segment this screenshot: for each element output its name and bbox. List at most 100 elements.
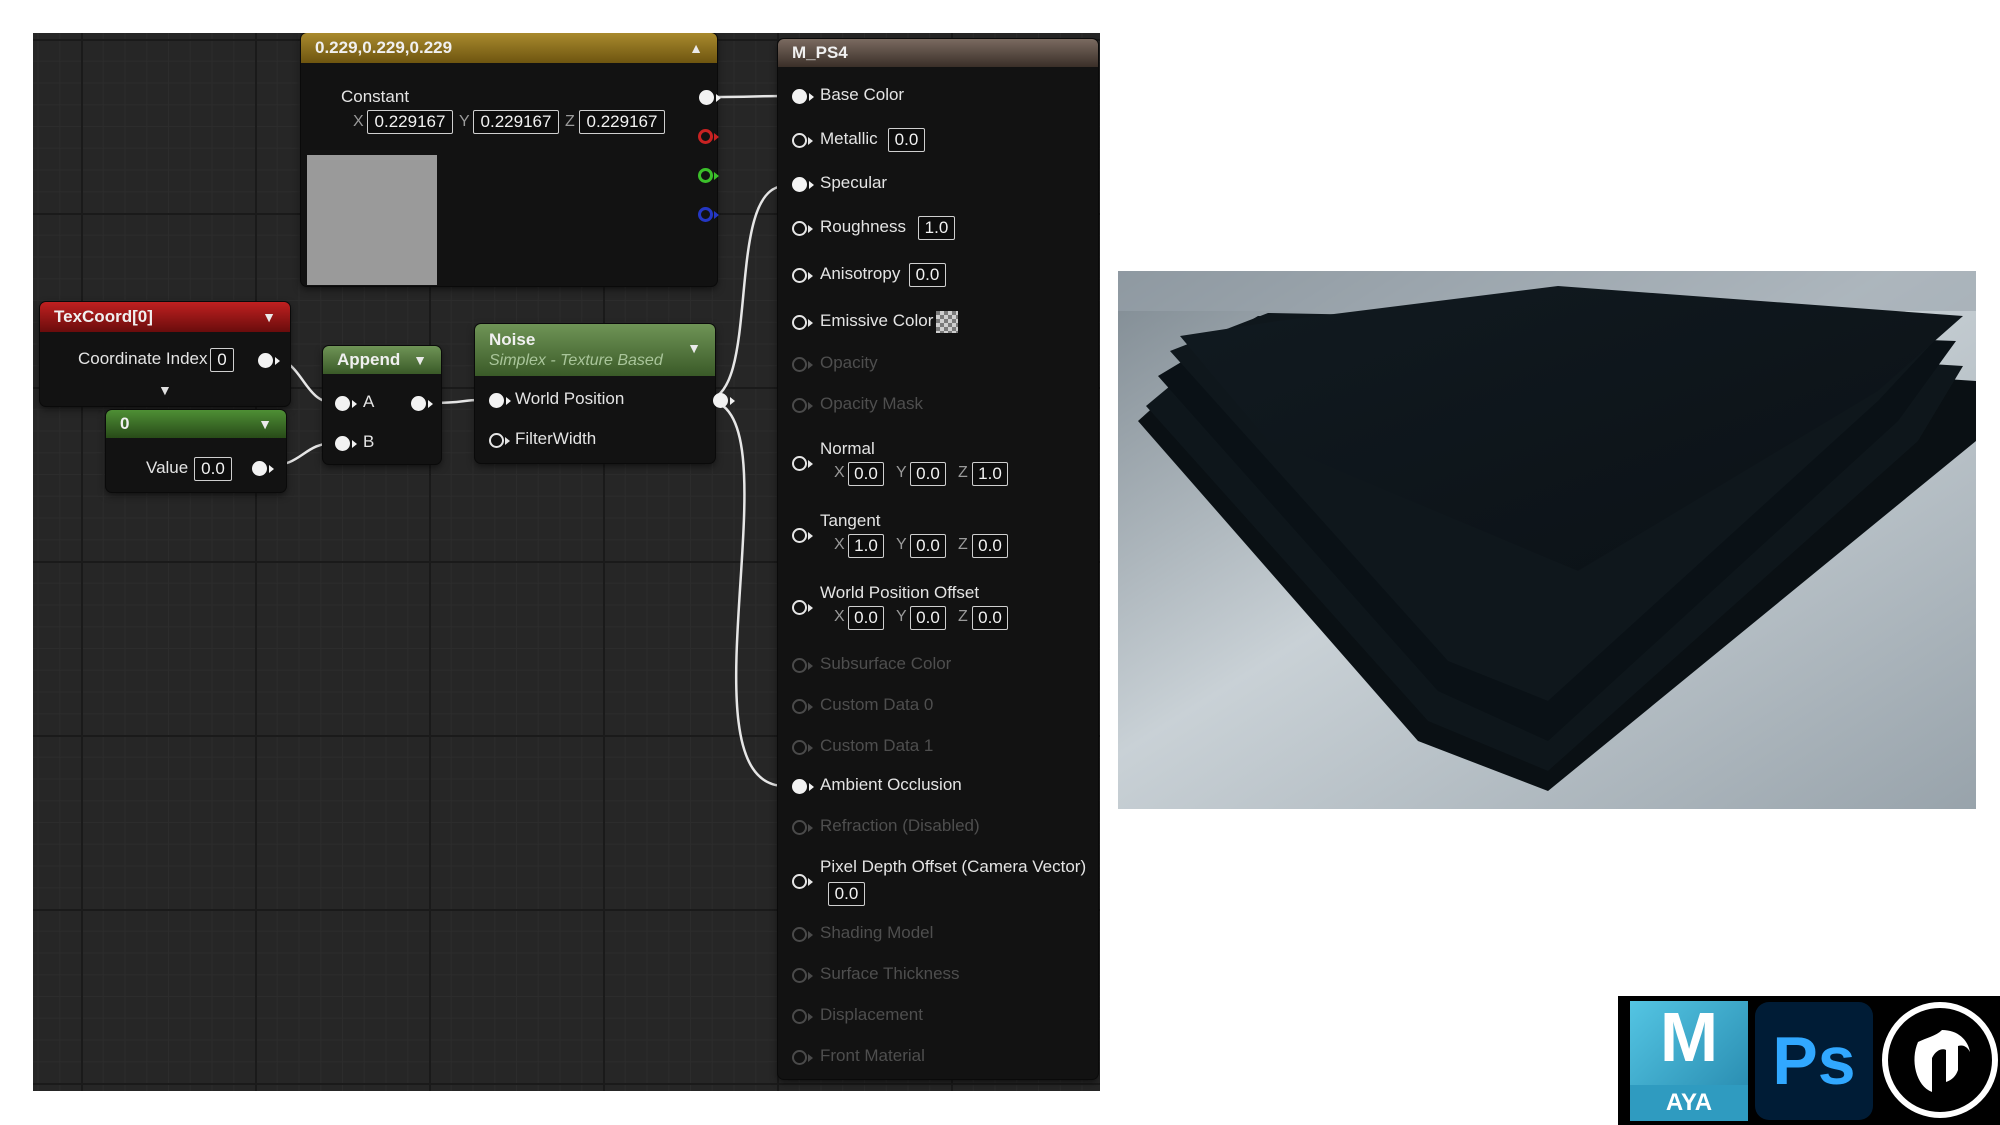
noise-node[interactable]: Noise Simplex - Texture Based ▼ World Po… [475,324,735,463]
append-node[interactable]: Append ▼ A B [323,346,441,464]
world-position-offset-pin[interactable] [792,600,813,615]
append-input-a-pin[interactable] [335,396,357,411]
world-position-offset-label: World Position Offset [820,583,980,602]
refraction-label: Refraction (Disabled) [820,816,980,835]
emissive-color-pin[interactable] [792,315,813,330]
append-output-pin[interactable] [411,396,433,411]
opacity-mask-pin[interactable] [792,398,813,413]
constant-y-field[interactable]: 0.229167 [473,110,559,134]
base-color-pin[interactable] [792,89,814,104]
roughness-field[interactable]: 1.0 [918,216,955,240]
anisotropy-pin[interactable] [792,268,813,283]
front-material-label: Front Material [820,1046,925,1065]
custom-data-0-pin[interactable] [792,699,813,714]
noise-filterwidth-label: FilterWidth [515,429,597,448]
scalar-parameter-node[interactable]: 0 ▼ Value 0.0 [106,410,286,492]
constant3vector-node-header[interactable]: 0.229,0.229,0.229 ▲ [301,33,717,63]
pixel-depth-offset-pin[interactable] [792,874,813,889]
displacement-label: Displacement [820,1005,923,1024]
constant-x-field[interactable]: 0.229167 [367,110,453,134]
tangent-z-field[interactable]: 0.0 [972,534,1008,558]
refraction-pin[interactable] [792,820,813,835]
chevron-up-icon[interactable]: ▲ [689,40,703,56]
normal-axis-x: X [834,464,845,481]
constant-blue-output-pin[interactable] [698,207,719,222]
wpo-x-field[interactable]: 0.0 [848,606,884,630]
opacity-pin[interactable] [792,357,813,372]
anisotropy-label: Anisotropy [820,264,901,283]
append-node-title: Append [337,350,401,369]
normal-z-field[interactable]: 1.0 [972,462,1008,486]
normal-y-field[interactable]: 0.0 [910,462,946,486]
pixel-depth-offset-field[interactable]: 0.0 [828,882,865,906]
wpo-z-field[interactable]: 0.0 [972,606,1008,630]
metallic-pin[interactable] [792,133,813,148]
normal-x-field[interactable]: 0.0 [848,462,884,486]
displacement-pin[interactable] [792,1009,813,1024]
anisotropy-field[interactable]: 0.0 [909,263,946,287]
noise-filterwidth-input-pin[interactable] [489,433,510,448]
axis-y-label: Y [459,113,470,130]
metallic-field[interactable]: 0.0 [888,128,925,152]
material-graph-editor[interactable]: 0.229,0.229,0.229 ▲ Constant X 0.229167 … [33,33,1100,1091]
opacity-mask-label: Opacity Mask [820,394,923,413]
checker-swatch-icon[interactable] [936,311,958,333]
chevron-down-icon[interactable]: ▼ [687,340,701,356]
unreal-engine-logo-icon [1882,1002,1998,1118]
tangent-y-field[interactable]: 0.0 [910,534,946,558]
constant3vector-node-title: 0.229,0.229,0.229 [315,38,453,57]
constant3vector-node[interactable]: 0.229,0.229,0.229 ▲ Constant X 0.229167 … [301,33,721,286]
axis-x-label: X [353,113,364,130]
surface-thickness-pin[interactable] [792,968,813,983]
coordinate-index-label: Coordinate Index [78,349,208,368]
specular-label: Specular [820,173,888,192]
normal-pin[interactable] [792,456,813,471]
constant-red-output-pin[interactable] [698,129,719,144]
constant-green-output-pin[interactable] [698,168,719,183]
scalar-node-header[interactable]: 0 ▼ [106,410,286,438]
constant-rgb-output-pin[interactable] [699,90,721,105]
constant-output-label: Constant [341,87,410,106]
tangent-x-field[interactable]: 1.0 [848,534,884,558]
wpo-y-field[interactable]: 0.0 [910,606,946,630]
wpo-axis-y: Y [896,608,907,625]
tangent-pin[interactable] [792,528,813,543]
texcoord-node-header[interactable]: TexCoord[0] ▼ [40,302,290,332]
constant-z-field[interactable]: 0.229167 [579,110,665,134]
normal-axis-z: Z [958,464,968,481]
wpo-axis-z: Z [958,608,968,625]
photoshop-logo-text: Ps [1772,1023,1856,1099]
roughness-pin[interactable] [792,221,813,236]
tangent-axis-z: Z [958,536,968,553]
ambient-occlusion-pin[interactable] [792,779,814,794]
scalar-value-field[interactable]: 0.0 [194,457,232,481]
opacity-label: Opacity [820,353,878,372]
texcoord-output-pin[interactable] [258,353,280,368]
custom-data-1-pin[interactable] [792,740,813,755]
shading-model-pin[interactable] [792,927,813,942]
material-node-title: M_PS4 [792,43,848,62]
base-color-label: Base Color [820,85,905,104]
noise-world-position-input-pin[interactable] [489,393,511,408]
scalar-output-pin[interactable] [252,461,274,476]
texcoord-node[interactable]: TexCoord[0] ▼ Coordinate Index 0 ▼ [40,302,290,406]
foam-stack-render [1118,271,1976,809]
roughness-label: Roughness [820,217,907,236]
material-result-node[interactable]: M_PS4 Base Color Metallic 0.0 Specular R… [778,39,1098,1079]
specular-pin[interactable] [792,177,814,192]
noise-output-pin[interactable] [713,393,735,408]
chevron-down-icon[interactable]: ▼ [258,416,272,432]
front-material-pin[interactable] [792,1050,813,1065]
noise-node-header[interactable]: Noise Simplex - Texture Based ▼ [475,324,715,376]
emissive-color-label: Emissive Color [820,311,934,330]
append-input-b-pin[interactable] [335,436,357,451]
subsurface-color-pin[interactable] [792,658,813,673]
expand-chevron-icon[interactable]: ▼ [158,382,172,398]
chevron-down-icon[interactable]: ▼ [413,352,427,368]
append-node-header[interactable]: Append ▼ [323,346,441,374]
material-node-header[interactable]: M_PS4 [778,39,1098,67]
coordinate-index-field[interactable]: 0 [210,348,234,372]
chevron-down-icon[interactable]: ▼ [262,309,276,325]
normal-label: Normal [820,439,875,458]
custom-data-1-label: Custom Data 1 [820,736,934,755]
